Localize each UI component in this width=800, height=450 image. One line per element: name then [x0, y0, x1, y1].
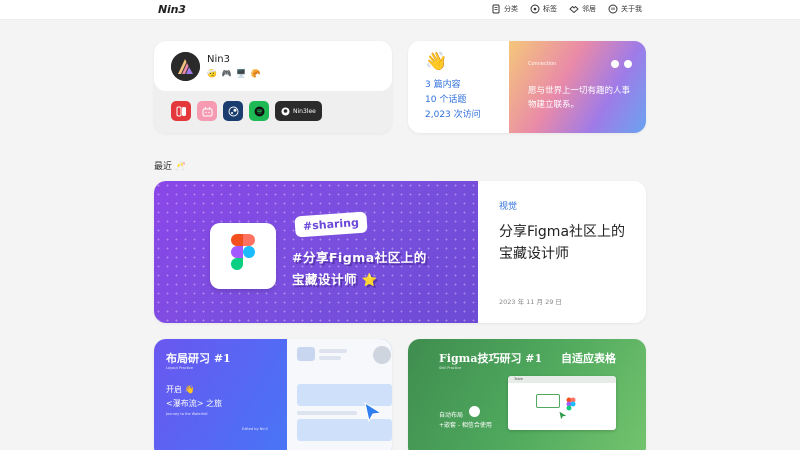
top-nav-bar: Nin3 分类 标签 邻居 关于我	[0, 0, 800, 20]
site-stats: 3 篇内容 10 个话题 2,023 次访问	[425, 78, 481, 123]
post-cover-line1: 开启 👋	[166, 385, 195, 394]
main-nav: 分类 标签 邻居 关于我	[491, 4, 642, 14]
waterfall-mockup	[287, 339, 392, 450]
social-switch-button[interactable]	[171, 101, 191, 121]
table-window-mockup: Table	[508, 376, 616, 430]
post-cover-right-title: 自适应表格	[561, 352, 616, 365]
featured-post-cover: #sharing #分享Figma社区上的 宝藏设计师 ⭐	[154, 181, 478, 323]
steam-icon	[228, 106, 238, 116]
post-cover-subtitle: Skill Practice	[439, 366, 462, 370]
mock-thumbnail	[297, 347, 315, 361]
post-cover-line1: 自动布局	[439, 412, 464, 419]
nav-item-label: 关于我	[621, 5, 642, 13]
avatar-logo-icon	[171, 52, 200, 81]
profile-emojis: 🤕 🎮 🖥️ 🥐	[207, 69, 262, 78]
profile-card: Nin3 🤕 🎮 🖥️ 🥐 Nin3lee	[154, 41, 392, 133]
nav-item-label: 分类	[504, 5, 518, 13]
connection-panel: Connection 愿与世界上一切有趣的人事物建立联系。	[509, 41, 646, 133]
profile-name: Nin3	[207, 54, 230, 65]
cover-headline-line1: #分享Figma社区上的	[292, 250, 427, 265]
post-cover-title: Figma技巧研习 #1	[439, 352, 543, 365]
connection-title: Connection	[528, 61, 557, 67]
cursor-arrow-icon	[364, 401, 383, 423]
nav-item-label: 邻居	[582, 5, 596, 13]
featured-post-card[interactable]: #sharing #分享Figma社区上的 宝藏设计师 ⭐ 视觉 分享Figma…	[154, 181, 646, 323]
figma-icon	[231, 234, 255, 270]
social-steam-button[interactable]	[223, 101, 243, 121]
wechat-icon[interactable]	[611, 60, 619, 68]
social-github-button[interactable]: Nin3lee	[275, 101, 322, 121]
featured-post-info: 视觉 分享Figma社区上的宝藏设计师 2023 年 11 月 29 日	[478, 181, 646, 323]
profile-header: Nin3 🤕 🎮 🖥️ 🥐	[154, 41, 392, 91]
post-card-layout-practice[interactable]: 布局研习 #1 Layout Practice 开启 👋 <瀑布流> 之旅 Jo…	[154, 339, 392, 450]
post-card-figma-skill[interactable]: Figma技巧研习 #1 自适应表格 Skill Practice 自动布局 +…	[408, 339, 646, 450]
tag-circle-icon	[530, 4, 540, 14]
social-spotify-button[interactable]	[249, 101, 269, 121]
post-title[interactable]: 分享Figma社区上的宝藏设计师	[499, 221, 639, 265]
post-cover-subtitle: Layout Practice	[166, 366, 193, 370]
wave-emoji: 👋	[425, 51, 448, 72]
handshake-icon	[569, 5, 579, 14]
post-cover-line3: Journey to the Waterfall	[166, 412, 208, 416]
connection-text: 愿与世界上一切有趣的人事物建立联系。	[528, 86, 631, 110]
cover-headline-line2: 宝藏设计师 ⭐	[292, 272, 378, 287]
connection-icons	[611, 60, 632, 68]
nav-item-friends[interactable]: 邻居	[569, 4, 596, 14]
avatar[interactable]	[171, 52, 200, 81]
mock-line	[297, 411, 357, 415]
mock-line	[319, 356, 341, 360]
nav-item-label: 标签	[543, 5, 557, 13]
figma-logo-tile	[210, 223, 276, 289]
post-cover-line2: <瀑布流> 之旅	[166, 399, 222, 408]
spotify-icon	[254, 106, 264, 116]
cover-headline: #分享Figma社区上的 宝藏设计师 ⭐	[292, 247, 427, 291]
post-date: 2023 年 11 月 29 日	[499, 298, 562, 306]
nintendo-switch-icon	[176, 106, 186, 116]
mock-line	[319, 349, 347, 353]
stat-visits: 2,023 次访问	[425, 110, 481, 120]
post-cover-title: 布局研习 #1	[166, 352, 231, 365]
stat-posts[interactable]: 3 篇内容	[425, 78, 481, 93]
site-logo[interactable]: Nin3	[158, 3, 186, 16]
github-icon	[281, 107, 290, 115]
window-label: Table	[514, 377, 524, 381]
auto-layout-box	[536, 394, 560, 408]
nav-item-categories[interactable]: 分类	[491, 4, 518, 14]
bulb-icon	[469, 406, 480, 417]
social-bilibili-button[interactable]	[197, 101, 217, 121]
nav-item-tags[interactable]: 标签	[530, 4, 557, 14]
bilibili-icon	[202, 106, 212, 116]
social-links: Nin3lee	[171, 101, 322, 121]
nav-item-about[interactable]: 关于我	[608, 4, 642, 14]
recent-section-title: 最近 🥂	[154, 162, 187, 172]
post-cover-line2: +嵌套 - 相信合使用	[439, 422, 492, 429]
book-icon	[492, 4, 500, 14]
post-cover-credit: Edited by Nin3	[242, 427, 268, 431]
post-category[interactable]: 视觉	[499, 199, 517, 212]
figma-small-icon	[566, 397, 576, 411]
github-username: Nin3lee	[293, 107, 316, 115]
mock-avatar	[373, 346, 391, 364]
stat-topics[interactable]: 10 个话题	[425, 93, 481, 108]
stats-card: 👋 3 篇内容 10 个话题 2,023 次访问 Connection 愿与世界…	[408, 41, 646, 133]
info-icon	[608, 4, 618, 14]
window-titlebar	[508, 376, 616, 383]
cursor-arrow-icon	[558, 410, 568, 421]
qq-icon[interactable]	[624, 60, 632, 68]
